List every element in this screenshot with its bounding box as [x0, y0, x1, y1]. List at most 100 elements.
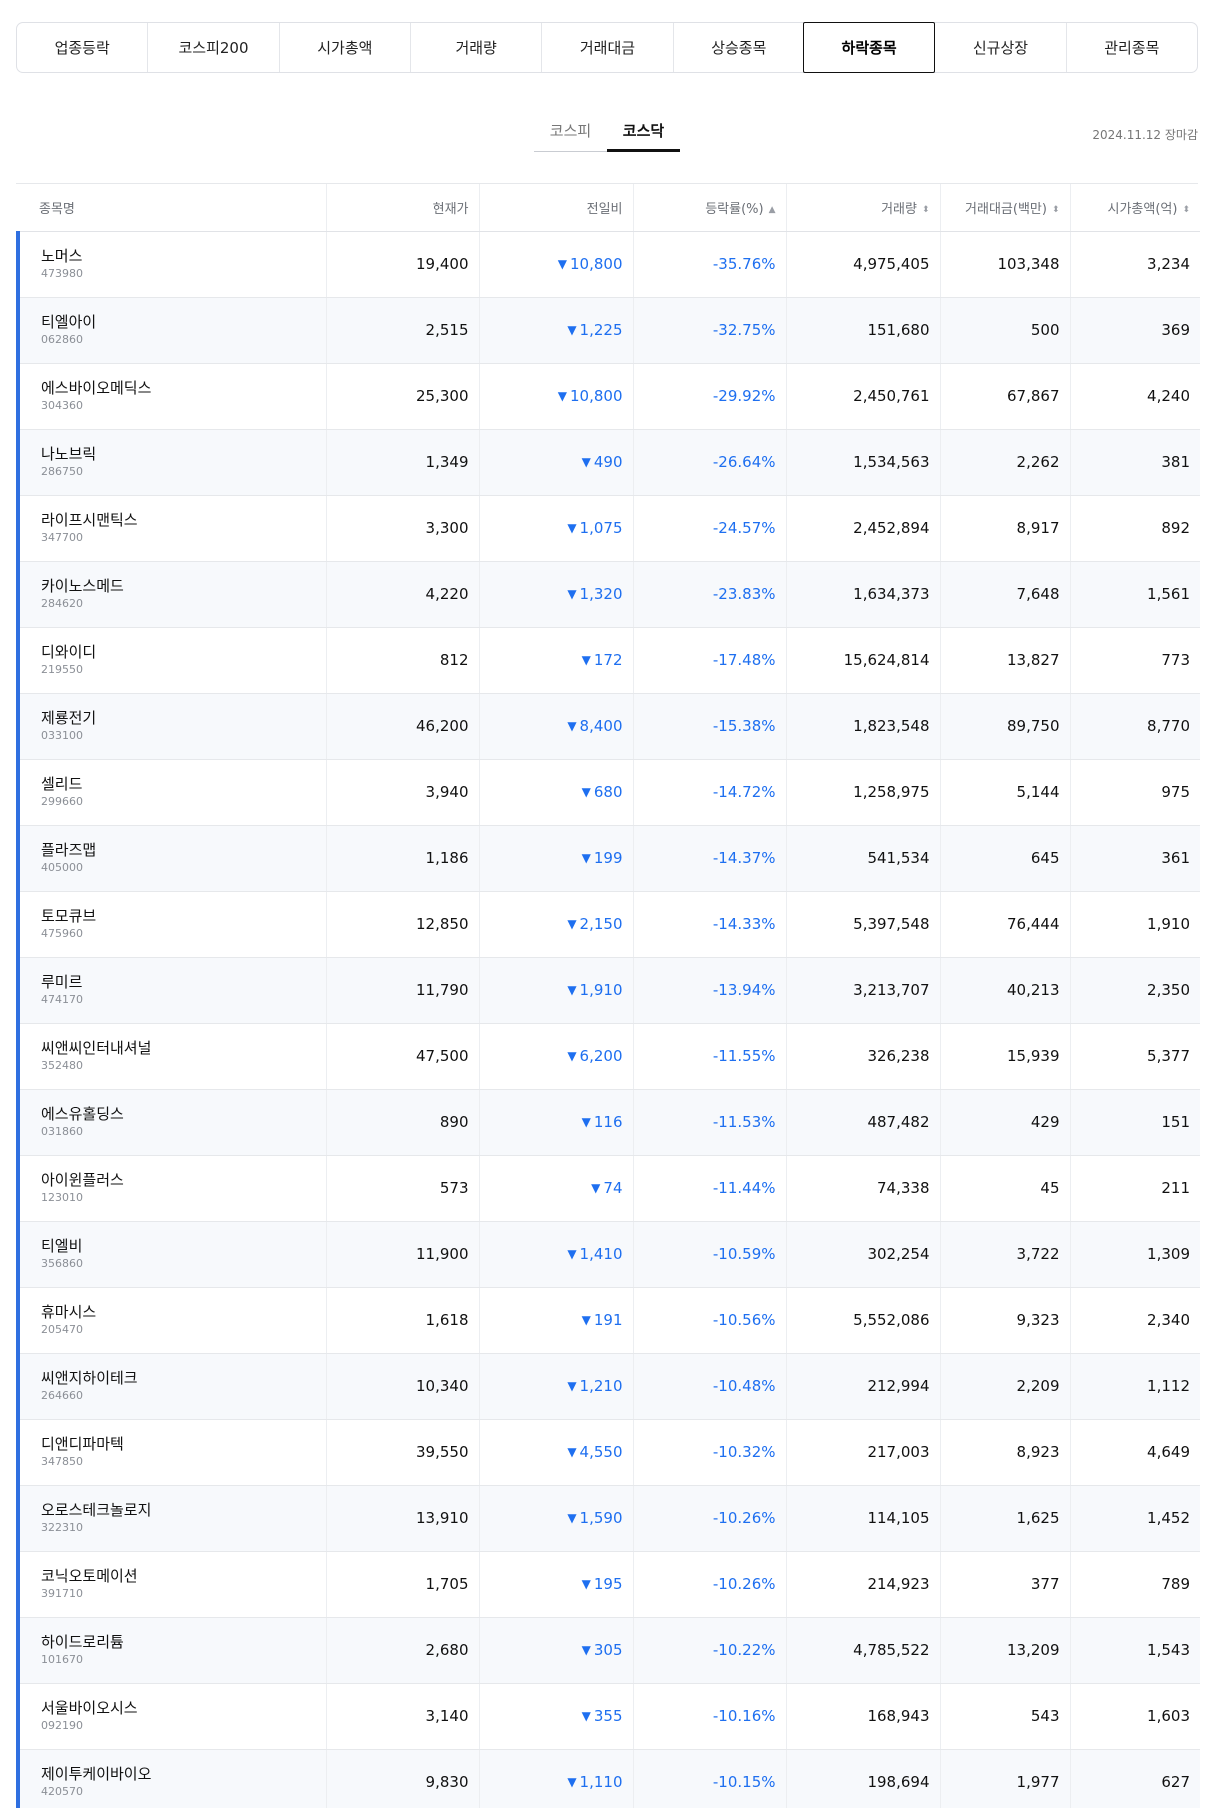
stock-name[interactable]: 코닉오토메이션 — [41, 1567, 316, 1586]
stock-cell[interactable]: 디앤디파마텍 347850 — [16, 1419, 326, 1486]
stock-name[interactable]: 씨앤지하이테크 — [41, 1369, 316, 1388]
stock-name[interactable]: 티엘비 — [41, 1237, 316, 1256]
stock-cell[interactable]: 티엘비 356860 — [16, 1221, 326, 1288]
table-row[interactable]: 아이윈플러스 123010 573 ▼ 74 -11.44% 74,338 45 211 — [16, 1155, 1200, 1222]
header-volume[interactable]: 거래량 ⬍ — [785, 184, 940, 232]
stock-cell[interactable]: 토모큐브 475960 — [16, 891, 326, 958]
table-row[interactable]: 서울바이오시스 092190 3,140 ▼ 355 -10.16% 168,943 543 1… — [16, 1683, 1200, 1750]
stock-cell[interactable]: 휴마시스 205470 — [16, 1287, 326, 1354]
stock-cell[interactable]: 오로스테크놀로지 322310 — [16, 1485, 326, 1552]
price-cell: 890 — [325, 1089, 479, 1156]
stock-cell[interactable]: 나노브릭 286750 — [16, 429, 326, 496]
stock-cell[interactable]: 제룡전기 033100 — [16, 693, 326, 760]
stock-cell[interactable]: 티엘아이 062860 — [16, 297, 326, 364]
stock-cell[interactable]: 아이윈플러스 123010 — [16, 1155, 326, 1222]
table-row[interactable]: 에스바이오메딕스 304360 25,300 ▼ 10,800 -29.92% 2,450,… — [16, 363, 1200, 430]
stock-cell[interactable]: 코닉오토메이션 391710 — [16, 1551, 326, 1618]
table-row[interactable]: 카이노스메드 284620 4,220 ▼ 1,320 -23.83% 1,634,373 7… — [16, 561, 1200, 628]
stock-name[interactable]: 토모큐브 — [41, 907, 316, 926]
table-row[interactable]: 제룡전기 033100 46,200 ▼ 8,400 -15.38% 1,823,548 89… — [16, 693, 1200, 760]
table-row[interactable]: 씨앤씨인터내셔널 352480 47,500 ▼ 6,200 -11.55% 326,238… — [16, 1023, 1200, 1090]
category-tab[interactable]: 코스피200 — [147, 23, 278, 72]
table-row[interactable]: 셀리드 299660 3,940 ▼ 680 -14.72% 1,258,975 5,144 9… — [16, 759, 1200, 826]
stock-code: 284620 — [41, 597, 83, 610]
stock-name[interactable]: 휴마시스 — [41, 1303, 316, 1322]
stock-cell[interactable]: 씨앤지하이테크 264660 — [16, 1353, 326, 1420]
stock-name[interactable]: 나노브릭 — [41, 445, 316, 464]
header-market-cap[interactable]: 시가총액(억) ⬍ — [1069, 184, 1200, 232]
amount-cell: 7,648 — [939, 561, 1070, 628]
table-row[interactable]: 에스유홀딩스 031860 890 ▼ 116 -11.53% 487,482 429 151 — [16, 1089, 1200, 1156]
stock-cell[interactable]: 씨앤씨인터내셔널 352480 — [16, 1023, 326, 1090]
stock-name[interactable]: 아이윈플러스 — [41, 1171, 316, 1190]
table-row[interactable]: 티엘비 356860 11,900 ▼ 1,410 -10.59% 302,254 3,722… — [16, 1221, 1200, 1288]
stock-cell[interactable]: 하이드로리튬 101670 — [16, 1617, 326, 1684]
stock-name[interactable]: 서울바이오시스 — [41, 1699, 316, 1718]
category-tab[interactable]: 업종등락 — [17, 23, 147, 72]
sort-updown-icon[interactable]: ⬍ — [1182, 205, 1190, 215]
table-row[interactable]: 휴마시스 205470 1,618 ▼ 191 -10.56% 5,552,086 9,323… — [16, 1287, 1200, 1354]
table-row[interactable]: 라이프시맨틱스 347700 3,300 ▼ 1,075 -24.57% 2,452,894… — [16, 495, 1200, 562]
price-cell: 9,830 — [325, 1749, 479, 1808]
stock-name[interactable]: 루미르 — [41, 973, 316, 992]
sort-up-icon[interactable]: ▲ — [769, 205, 776, 215]
stock-name[interactable]: 씨앤씨인터내셔널 — [41, 1039, 316, 1058]
header-amount[interactable]: 거래대금(백만) ⬍ — [939, 184, 1070, 232]
table-row[interactable]: 노머스 473980 19,400 ▼ 10,800 -35.76% 4,975,405 10… — [16, 231, 1200, 298]
table-row[interactable]: 디와이디 219550 812 ▼ 172 -17.48% 15,624,814 13,827… — [16, 627, 1200, 694]
stock-name[interactable]: 오로스테크놀로지 — [41, 1501, 316, 1520]
category-tab[interactable]: 시가총액 — [278, 23, 410, 72]
stock-cell[interactable]: 플라즈맵 405000 — [16, 825, 326, 892]
stock-name[interactable]: 라이프시맨틱스 — [41, 511, 316, 530]
category-tab[interactable]: 거래대금 — [541, 23, 672, 72]
market-cap-cell: 1,561 — [1069, 561, 1200, 628]
stock-cell[interactable]: 카이노스메드 284620 — [16, 561, 326, 628]
stock-name[interactable]: 에스유홀딩스 — [41, 1105, 316, 1124]
stock-name[interactable]: 셀리드 — [41, 775, 316, 794]
stock-name[interactable]: 카이노스메드 — [41, 577, 316, 596]
table-row[interactable]: 토모큐브 475960 12,850 ▼ 2,150 -14.33% 5,397,548 76… — [16, 891, 1200, 958]
table-row[interactable]: 씨앤지하이테크 264660 10,340 ▼ 1,210 -10.48% 212,994 2… — [16, 1353, 1200, 1420]
stock-cell[interactable]: 라이프시맨틱스 347700 — [16, 495, 326, 562]
category-tab[interactable]: 관리종목 — [1065, 23, 1197, 72]
stock-name[interactable]: 디앤디파마텍 — [41, 1435, 316, 1454]
stock-name[interactable]: 노머스 — [41, 247, 316, 266]
market-tab[interactable]: 코스닥 — [607, 116, 680, 152]
stock-cell[interactable]: 에스유홀딩스 031860 — [16, 1089, 326, 1156]
category-tab[interactable]: 신규상장 — [934, 23, 1065, 72]
table-row[interactable]: 나노브릭 286750 1,349 ▼ 490 -26.64% 1,534,563 2,262… — [16, 429, 1200, 496]
stock-cell[interactable]: 제이투케이바이오 420570 — [16, 1749, 326, 1808]
table-row[interactable]: 티엘아이 062860 2,515 ▼ 1,225 -32.75% 151,680 500 36… — [16, 297, 1200, 364]
table-row[interactable]: 제이투케이바이오 420570 9,830 ▼ 1,110 -10.15% 198,694 1… — [16, 1749, 1200, 1808]
stock-name[interactable]: 제이투케이바이오 — [41, 1765, 316, 1784]
rate-cell: -10.32% — [632, 1419, 786, 1486]
stock-cell[interactable]: 에스바이오메딕스 304360 — [16, 363, 326, 430]
stock-cell[interactable]: 서울바이오시스 092190 — [16, 1683, 326, 1750]
stock-name[interactable]: 제룡전기 — [41, 709, 316, 728]
table-row[interactable]: 하이드로리튬 101670 2,680 ▼ 305 -10.22% 4,785,522 13,… — [16, 1617, 1200, 1684]
stock-name[interactable]: 하이드로리튬 — [41, 1633, 316, 1652]
table-row[interactable]: 오로스테크놀로지 322310 13,910 ▼ 1,590 -10.26% 114,105… — [16, 1485, 1200, 1552]
table-row[interactable]: 플라즈맵 405000 1,186 ▼ 199 -14.37% 541,534 645 361 — [16, 825, 1200, 892]
table-row[interactable]: 디앤디파마텍 347850 39,550 ▼ 4,550 -10.32% 217,003 8,… — [16, 1419, 1200, 1486]
category-tab[interactable]: 거래량 — [409, 23, 541, 72]
rate-cell: -14.72% — [632, 759, 786, 826]
table-row[interactable]: 루미르 474170 11,790 ▼ 1,910 -13.94% 3,213,707 40,… — [16, 957, 1200, 1024]
market-tab[interactable]: 코스피 — [534, 116, 607, 151]
stock-name[interactable]: 에스바이오메딕스 — [41, 379, 316, 398]
sort-updown-icon[interactable]: ⬍ — [1052, 205, 1060, 215]
rate-cell: -17.48% — [632, 627, 786, 694]
sort-updown-icon[interactable]: ⬍ — [922, 205, 930, 215]
stock-cell[interactable]: 노머스 473980 — [16, 231, 326, 298]
stock-name[interactable]: 디와이디 — [41, 643, 316, 662]
stock-name[interactable]: 플라즈맵 — [41, 841, 316, 860]
stock-cell[interactable]: 셀리드 299660 — [16, 759, 326, 826]
stock-cell[interactable]: 디와이디 219550 — [16, 627, 326, 694]
table-row[interactable]: 코닉오토메이션 391710 1,705 ▼ 195 -10.26% 214,923 377 7… — [16, 1551, 1200, 1618]
triangle-down-icon: ▼ — [591, 1181, 601, 1195]
category-tab[interactable]: 하락종목 — [802, 22, 936, 73]
header-rate[interactable]: 등락률(%) ▲ — [632, 184, 786, 232]
stock-name[interactable]: 티엘아이 — [41, 313, 316, 332]
stock-cell[interactable]: 루미르 474170 — [16, 957, 326, 1024]
category-tab[interactable]: 상승종목 — [672, 23, 804, 72]
